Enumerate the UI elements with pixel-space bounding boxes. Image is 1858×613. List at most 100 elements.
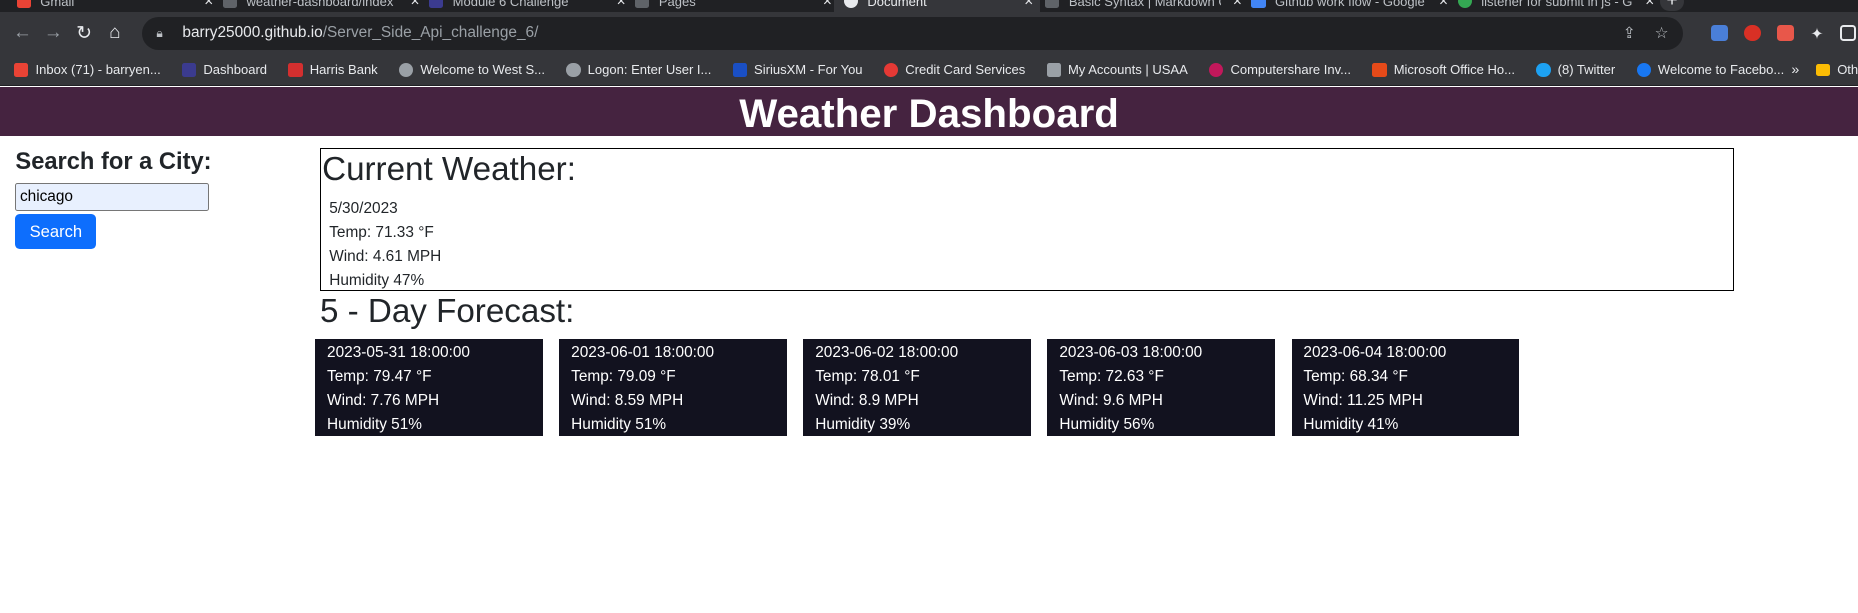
tab-title: Basic Syntax | Markdown G [1068,0,1221,9]
close-icon[interactable]: × [1439,0,1448,11]
siriusxm-icon [732,62,747,77]
lock-icon: 🔒︎ [156,25,163,40]
tab-document[interactable]: Document × [834,0,1041,12]
url-host: barry25000.github.io [182,24,323,42]
bookmark-label: (8) Twitter [1557,62,1616,78]
bookmark-item[interactable]: Dashboard [182,62,267,77]
tab-title: listener for submit in js - G [1481,0,1633,9]
globe-icon [843,0,858,9]
folder-icon [1815,63,1831,76]
forecast-date: 2023-06-02 18:00:00 [815,344,959,362]
bookmark-item[interactable]: Harris Bank [288,62,378,78]
close-icon[interactable]: × [1024,0,1033,11]
tab-gmail[interactable]: Gmail × [16,0,213,12]
twitter-icon [1536,62,1551,77]
forecast-wind: Wind: 7.76 MPH [327,392,440,410]
tab-basic-syntax[interactable]: Basic Syntax | Markdown G × [1045,0,1242,12]
tab-listener-for-submit[interactable]: listener for submit in js - G × [1457,0,1654,12]
forecast-card: 2023-06-03 18:00:00 Temp: 72.63 °F Wind:… [1047,338,1275,437]
bookmark-label: Harris Bank [309,62,378,78]
close-icon[interactable]: × [617,0,626,11]
page-content: Weather Dashboard Search for a City: Sea… [0,86,1858,613]
usaa-icon [1046,62,1061,77]
forecast-temp: Temp: 68.34 °F [1303,368,1408,386]
other-bookmarks-label: Other b [1837,62,1858,78]
adblock-extension-icon[interactable] [1744,24,1761,42]
google-docs-icon [1251,0,1266,9]
browser-tab-strip: Gmail × weather-dashboard/index × Module… [0,0,1858,12]
bank-icon [288,62,303,77]
forecast-date: 2023-05-31 18:00:00 [327,344,470,362]
globe-icon [399,62,414,77]
forecast-temp: Temp: 78.01 °F [815,368,920,386]
tab-title: weather-dashboard/index [246,0,394,9]
tab-module-6-challenge[interactable]: Module 6 Challenge × [428,0,626,12]
bookmark-item[interactable]: Computershare Inv... [1209,62,1351,77]
tab-weather-dashboard-index[interactable]: weather-dashboard/index × [222,0,419,12]
forecast-humidity: Humidity 56% [1059,416,1155,434]
close-icon[interactable]: × [823,0,832,11]
facebook-icon [1636,62,1651,77]
bookmark-item[interactable]: SiriusXM - For You [732,62,863,77]
gmail-icon [16,0,31,9]
notion-icon [428,0,444,9]
globe-icon [566,62,581,77]
forecast-card: 2023-06-02 18:00:00 Temp: 78.01 °F Wind:… [803,338,1031,437]
forward-arrow-icon[interactable]: → [38,22,69,44]
current-wind: Wind: 4.61 MPH [329,248,442,266]
bookmark-item[interactable]: Inbox (71) - barryen... [14,62,161,77]
forecast-card: 2023-06-01 18:00:00 Temp: 79.09 °F Wind:… [559,338,787,437]
credit-card-icon [883,62,899,77]
puzzle-extensions-icon[interactable]: ✦ [1811,25,1824,43]
bookmark-label: Credit Card Services [905,62,1026,78]
forecast-date: 2023-06-01 18:00:00 [571,344,715,362]
search-heading: Search for a City: [15,149,212,176]
bookmark-item[interactable]: Logon: Enter User I... [566,62,711,77]
city-search-input[interactable] [15,183,210,212]
reload-icon[interactable]: ↻ [69,22,100,45]
forecast-wind: Wind: 8.59 MPH [571,392,684,410]
forecast-wind: Wind: 11.25 MPH [1303,392,1423,410]
github-icon [635,0,650,9]
side-panel-icon[interactable] [1840,25,1856,42]
back-arrow-icon[interactable]: ← [7,22,38,44]
bookmark-item[interactable]: Welcome to Facebo... [1636,62,1784,77]
gmail-icon [14,62,29,77]
home-icon[interactable]: ⌂ [100,22,131,44]
tab-github-work-flow[interactable]: Github work flow - Google × [1251,0,1448,12]
share-icon[interactable]: ⇪ [1623,24,1636,43]
bookmark-item[interactable]: Microsoft Office Ho... [1372,62,1515,77]
bookmark-item[interactable]: (8) Twitter [1536,62,1615,77]
forecast-humidity: Humidity 39% [815,416,911,434]
current-weather-panel: Current Weather: 5/30/2023 Temp: 71.33 °… [319,148,1735,292]
bookmark-label: Computershare Inv... [1230,62,1352,78]
new-tab-button[interactable]: + [1660,0,1684,11]
tab-title: Document [867,0,927,9]
bookmark-star-icon[interactable]: ☆ [1655,24,1669,43]
bookmark-label: Welcome to West S... [420,62,546,78]
close-icon[interactable]: × [1645,0,1654,11]
other-bookmarks-folder[interactable]: Other b [1815,62,1858,78]
bookmark-item[interactable]: Welcome to West S... [399,62,545,77]
bookmark-item[interactable]: Credit Card Services [883,62,1026,78]
more-bookmarks-button[interactable]: » [1791,62,1799,78]
forecast-date: 2023-06-04 18:00:00 [1303,344,1447,362]
record-extension-icon[interactable] [1777,24,1794,42]
browser-toolbar: ← → ↻ ⌂ 🔒︎ barry25000.github.io /Server_… [0,11,1858,55]
close-icon[interactable]: × [410,0,419,11]
tab-title: Github work flow - Google [1275,0,1425,9]
download-extension-icon[interactable] [1711,24,1728,42]
close-icon[interactable]: × [204,0,213,11]
bookmark-item[interactable]: My Accounts | USAA [1046,62,1188,78]
search-button[interactable]: Search [15,213,97,250]
forecast-date: 2023-06-03 18:00:00 [1059,344,1203,362]
url-path: /Server_Side_Api_challenge_6/ [322,24,539,42]
address-bar[interactable]: 🔒︎ barry25000.github.io /Server_Side_Api… [142,16,1683,50]
current-date: 5/30/2023 [329,199,398,217]
markdown-icon [1045,0,1060,9]
forecast-cards: 2023-05-31 18:00:00 Temp: 79.47 °F Wind:… [315,338,1520,437]
bookmark-label: My Accounts | USAA [1067,62,1188,78]
tab-pages[interactable]: Pages × [635,0,832,12]
close-icon[interactable]: × [1233,0,1242,11]
current-humidity: Humidity 47% [329,272,425,290]
